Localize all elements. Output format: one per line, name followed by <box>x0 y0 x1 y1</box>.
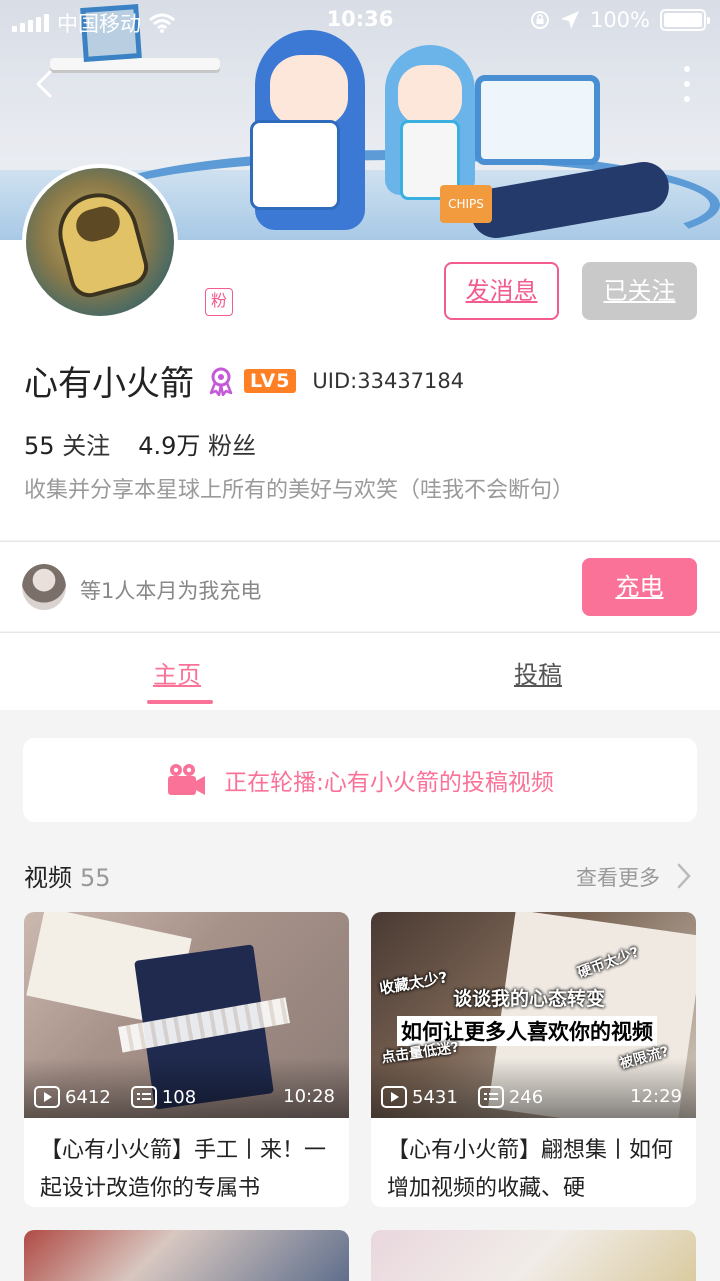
videos-section-title: 视频 <box>24 864 72 892</box>
video-card-partial[interactable] <box>371 1230 696 1281</box>
username: 心有小火箭 <box>24 364 194 404</box>
certification-medal-icon <box>209 367 233 396</box>
followed-button[interactable]: 已关注 <box>582 262 697 320</box>
followers-count: 4.9万 <box>138 432 201 460</box>
charge-button[interactable]: 充电 <box>582 558 697 616</box>
video-thumbnail[interactable]: 6412 108 10:28 <box>24 912 349 1118</box>
tab-home[interactable]: 主页 <box>153 655 201 690</box>
tab-indicator <box>147 700 213 704</box>
status-right: 100% <box>530 8 710 32</box>
charger-avatar[interactable] <box>22 564 66 610</box>
see-more-link[interactable]: 查看更多 <box>576 862 660 892</box>
video-card[interactable]: 6412 108 10:28 【心有小火箭】手工丨来！一起设计改造你的专属书 <box>24 912 349 1207</box>
carousel-text: 正在轮播:心有小火箭的投稿视频 <box>224 770 554 796</box>
thumb-text: 谈谈我的心态转变 <box>453 988 606 1010</box>
chevron-right-icon[interactable] <box>674 862 694 890</box>
more-vertical-icon[interactable] <box>680 66 694 102</box>
rotation-lock-icon <box>530 11 549 29</box>
video-camera-icon <box>168 764 206 795</box>
avatar[interactable] <box>22 164 178 320</box>
location-arrow-icon <box>560 11 579 29</box>
followers-stat[interactable]: 4.9万 粉丝 <box>138 426 256 461</box>
user-uid: UID:33437184 <box>312 368 465 393</box>
play-count-icon <box>381 1086 407 1108</box>
status-bar: 中国移动 10:36 100% <box>0 0 720 40</box>
tab-posts[interactable]: 投稿 <box>514 655 562 690</box>
banner-character-right-face <box>398 65 462 125</box>
level-badge: LV5 <box>244 368 297 393</box>
avatar-astronaut <box>49 184 153 302</box>
fan-medal-badge[interactable]: 粉 <box>205 288 233 316</box>
danmaku-count: 108 <box>161 1086 197 1108</box>
video-title[interactable]: 【心有小火箭】手工丨来！一起设计改造你的专属书 <box>40 1132 340 1207</box>
banner-character-left-body <box>250 120 340 210</box>
danmaku-icon <box>477 1086 504 1108</box>
following-label: 关注 <box>62 432 111 460</box>
banner-chips-box: CHIPS <box>440 185 492 223</box>
banner-character-left-face <box>270 55 348 127</box>
user-bio: 收集并分享本星球上所有的美好与欢笑（哇我不会断句） <box>24 478 575 503</box>
play-count: 6412 <box>65 1086 111 1108</box>
charge-row: 等1人本月为我充电 充电 <box>0 541 720 631</box>
video-thumbnail[interactable]: 收藏太少? 谈谈我的心态转变 如何让更多人喜欢你的视频 硬币太少? 点击量低迷?… <box>371 912 696 1118</box>
danmaku-icon <box>130 1086 157 1108</box>
video-meta: 5431 246 12:29 <box>381 1084 686 1110</box>
carousel-card[interactable]: 正在轮播:心有小火箭的投稿视频 <box>23 738 697 822</box>
videos-section-header: 视频 55 查看更多 <box>24 858 696 898</box>
thumb-text: 收藏太少? <box>378 968 449 998</box>
videos-section-count: 55 <box>80 864 111 892</box>
battery-icon <box>660 9 710 31</box>
battery-fill <box>664 13 702 27</box>
video-card-partial[interactable] <box>24 1230 349 1281</box>
following-count: 55 <box>24 432 55 460</box>
back-arrow-icon[interactable] <box>26 64 66 104</box>
name-row: 心有小火箭 LV5 UID:33437184 <box>24 356 464 405</box>
video-duration: 10:28 <box>283 1086 335 1107</box>
following-stat[interactable]: 55 关注 <box>24 426 110 461</box>
followers-label: 粉丝 <box>208 432 256 460</box>
video-meta: 6412 108 10:28 <box>34 1084 339 1110</box>
banner-shelf <box>50 58 220 70</box>
play-count: 5431 <box>412 1086 458 1108</box>
video-duration: 12:29 <box>630 1086 682 1107</box>
profile-tabs: 主页 投稿 <box>0 632 720 710</box>
battery-percent: 100% <box>589 8 650 32</box>
video-title[interactable]: 【心有小火箭】翩想集丨如何增加视频的收藏、硬 <box>387 1132 687 1207</box>
charge-text: 等1人本月为我充电 <box>80 579 262 603</box>
video-card[interactable]: 收藏太少? 谈谈我的心态转变 如何让更多人喜欢你的视频 硬币太少? 点击量低迷?… <box>371 912 696 1207</box>
send-message-button[interactable]: 发消息 <box>444 262 559 320</box>
danmaku-count: 246 <box>508 1086 544 1108</box>
play-count-icon <box>34 1086 60 1108</box>
stats-row: 55 关注 4.9万 粉丝 <box>24 426 256 461</box>
banner-monitor <box>475 75 600 165</box>
